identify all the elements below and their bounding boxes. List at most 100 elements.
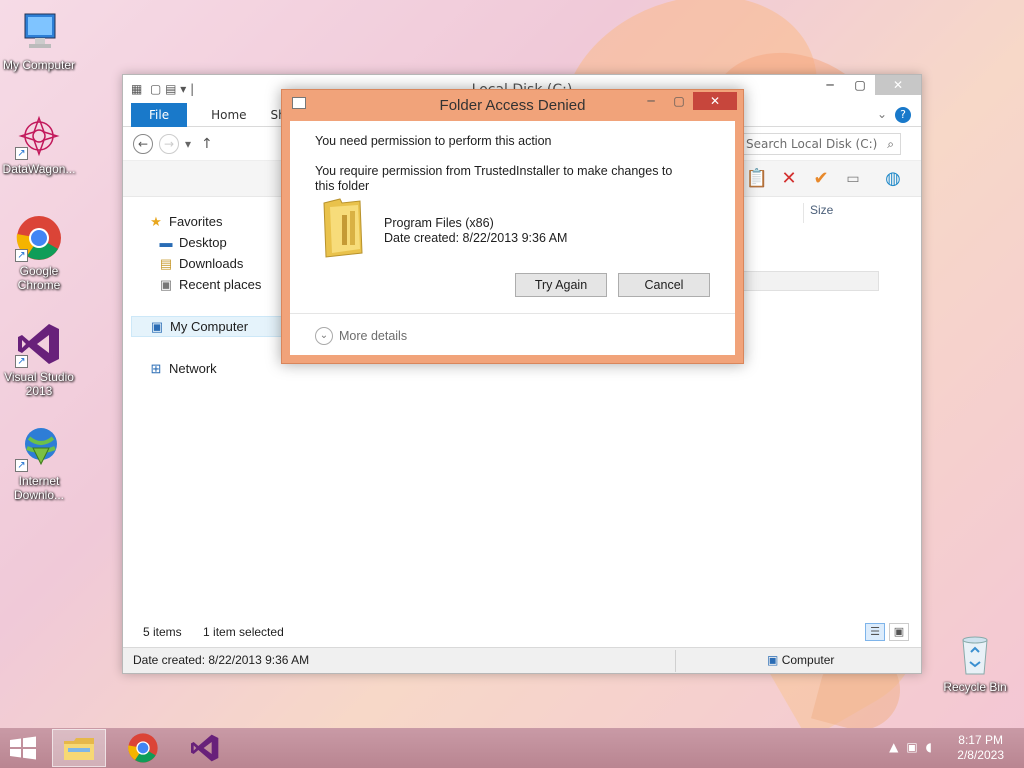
back-button[interactable]: ← xyxy=(133,133,153,154)
recent-locations-icon[interactable]: ▾ xyxy=(185,137,191,151)
try-again-button[interactable]: Try Again xyxy=(515,273,607,297)
desktop-icon-label: Visual Studio 2013 xyxy=(4,370,74,398)
network-status-icon[interactable]: ▣ xyxy=(906,740,925,754)
chrome-icon: ↗ xyxy=(15,214,63,262)
desktop-icon-chrome[interactable]: ↗ Google Chrome xyxy=(0,214,78,292)
nav-label: Desktop xyxy=(179,235,227,250)
desktop-icon: ▬ xyxy=(159,235,173,250)
nav-label: Recent places xyxy=(179,277,262,292)
clock-time: 8:17 PM xyxy=(958,733,1003,747)
maximize-button[interactable]: ▢ xyxy=(845,75,875,95)
folder-date: Date created: 8/22/2013 9:36 AM xyxy=(384,231,568,245)
dialog-maximize-button[interactable]: ▢ xyxy=(665,92,693,110)
network-icon: ⊞ xyxy=(150,360,162,376)
nav-favorites[interactable]: ★ Favorites xyxy=(123,211,283,232)
desktop-icon-label: Google Chrome xyxy=(17,264,61,292)
desktop-icon-label: My Computer xyxy=(2,58,76,72)
search-placeholder: Search Local Disk (C:) xyxy=(746,137,878,151)
shortcut-arrow-icon: ↗ xyxy=(15,147,28,160)
paste-icon[interactable]: 📋 xyxy=(745,167,769,191)
clock-date: 2/8/2023 xyxy=(957,748,1004,762)
taskbar-clock[interactable]: 8:17 PM 2/8/2023 xyxy=(957,733,1004,763)
details-view-icon[interactable]: ☰ xyxy=(865,623,885,641)
windows-logo-icon xyxy=(10,736,36,760)
dialog-divider xyxy=(290,313,735,314)
show-hidden-icons-icon[interactable]: ▲ xyxy=(889,740,906,754)
desktop-icon-recycle-bin[interactable]: Recycle Bin xyxy=(936,630,1014,694)
large-icons-view-icon[interactable]: ▣ xyxy=(889,623,909,641)
chevron-down-icon: ⌄ xyxy=(315,327,333,345)
forward-button[interactable]: → xyxy=(159,133,179,154)
taskbar: ▲▣◖ 8:17 PM 2/8/2023 xyxy=(0,728,1024,768)
desktop-icon-internet-download[interactable]: ↗ Internet Downlo... xyxy=(0,424,78,502)
datawagon-icon: ↗ xyxy=(15,112,63,160)
checkmark-icon[interactable]: ✔ xyxy=(809,167,833,191)
nav-network[interactable]: ⊞ Network xyxy=(123,358,283,379)
tab-file[interactable]: File xyxy=(131,102,188,127)
folder-name: Program Files (x86) xyxy=(384,216,494,230)
delete-icon[interactable]: ✕ xyxy=(777,167,801,191)
file-explorer-icon xyxy=(64,738,94,760)
shortcut-arrow-icon: ↗ xyxy=(15,355,28,368)
nav-label: Favorites xyxy=(169,214,223,229)
up-arrow-icon[interactable]: ↑ xyxy=(201,136,213,152)
computer-icon xyxy=(15,8,63,56)
nav-label: My Computer xyxy=(170,319,249,334)
recycle-bin-icon xyxy=(951,630,999,678)
star-icon: ★ xyxy=(150,213,162,229)
location-text: ▣ Computer xyxy=(767,653,834,667)
computer-icon: ▣ xyxy=(767,653,779,667)
visual-studio-icon xyxy=(191,734,219,762)
nav-desktop[interactable]: ▬ Desktop xyxy=(123,232,283,253)
nav-label: Downloads xyxy=(179,256,244,271)
nav-label: Network xyxy=(169,361,217,376)
desktop-icon-my-computer[interactable]: My Computer xyxy=(0,8,78,72)
dialog-minimize-button[interactable]: ─ xyxy=(637,92,665,110)
downloads-folder-icon: ▤ xyxy=(159,255,173,271)
dialog-title-bar[interactable]: Folder Access Denied ─ ▢ ✕ xyxy=(282,90,743,120)
volume-icon[interactable]: ◖ xyxy=(926,740,940,754)
details-bar: Date created: 8/22/2013 9:36 AM ▣ Comput… xyxy=(123,647,921,673)
cancel-button[interactable]: Cancel xyxy=(618,273,710,297)
desktop-icon-visual-studio[interactable]: ↗ Visual Studio 2013 xyxy=(0,320,78,398)
recent-places-icon: ▣ xyxy=(159,276,173,292)
shortcut-arrow-icon: ↗ xyxy=(15,249,28,262)
search-icon: ⌕ xyxy=(887,137,894,151)
shortcut-arrow-icon: ↗ xyxy=(15,459,28,472)
folder-access-denied-dialog[interactable]: Folder Access Denied ─ ▢ ✕ You need perm… xyxy=(281,89,744,364)
desktop-icon-label: DataWagon... xyxy=(2,162,76,176)
globe-download-icon: ↗ xyxy=(15,424,63,472)
chrome-icon xyxy=(128,733,158,763)
item-count: 5 items xyxy=(143,625,182,639)
tab-home[interactable]: Home xyxy=(199,103,258,127)
start-button[interactable] xyxy=(8,736,38,760)
permission-message: You require permission from TrustedInsta… xyxy=(315,164,673,193)
help-icon[interactable]: ? xyxy=(895,107,911,123)
status-bar: 5 items 1 item selected xyxy=(143,625,284,639)
minimize-button[interactable]: ─ xyxy=(815,75,845,95)
more-details-toggle[interactable]: ⌄ More details xyxy=(315,327,407,345)
folder-icon xyxy=(320,197,366,259)
search-input[interactable]: Search Local Disk (C:) ⌕ xyxy=(741,133,901,155)
globe-icon[interactable]: ◍ xyxy=(881,167,905,191)
more-details-label: More details xyxy=(339,329,408,343)
column-header-size[interactable]: Size xyxy=(803,203,883,223)
dialog-close-button[interactable]: ✕ xyxy=(693,92,737,110)
nav-recent-places[interactable]: ▣ Recent places xyxy=(123,274,283,295)
taskbar-chrome[interactable] xyxy=(116,729,170,767)
rename-icon[interactable]: ▭ xyxy=(841,167,865,191)
nav-downloads[interactable]: ▤ Downloads xyxy=(123,253,283,274)
system-tray[interactable]: ▲▣◖ xyxy=(889,740,940,754)
desktop-icon-datawagon[interactable]: ↗ DataWagon... xyxy=(0,112,78,176)
nav-my-computer[interactable]: ▣ My Computer xyxy=(131,316,287,337)
chevron-down-icon[interactable]: ⌄ xyxy=(877,107,887,121)
desktop-icon-label: Internet Downlo... xyxy=(13,474,65,502)
dialog-body: You need permission to perform this acti… xyxy=(290,121,735,355)
location-label: Computer xyxy=(781,653,835,667)
taskbar-visual-studio[interactable] xyxy=(178,729,232,767)
view-switcher: ☰ ▣ xyxy=(865,623,909,641)
selection-count: 1 item selected xyxy=(203,625,284,639)
permission-heading: You need permission to perform this acti… xyxy=(315,134,552,148)
close-button[interactable]: ✕ xyxy=(875,75,921,95)
taskbar-file-explorer[interactable] xyxy=(52,729,106,767)
